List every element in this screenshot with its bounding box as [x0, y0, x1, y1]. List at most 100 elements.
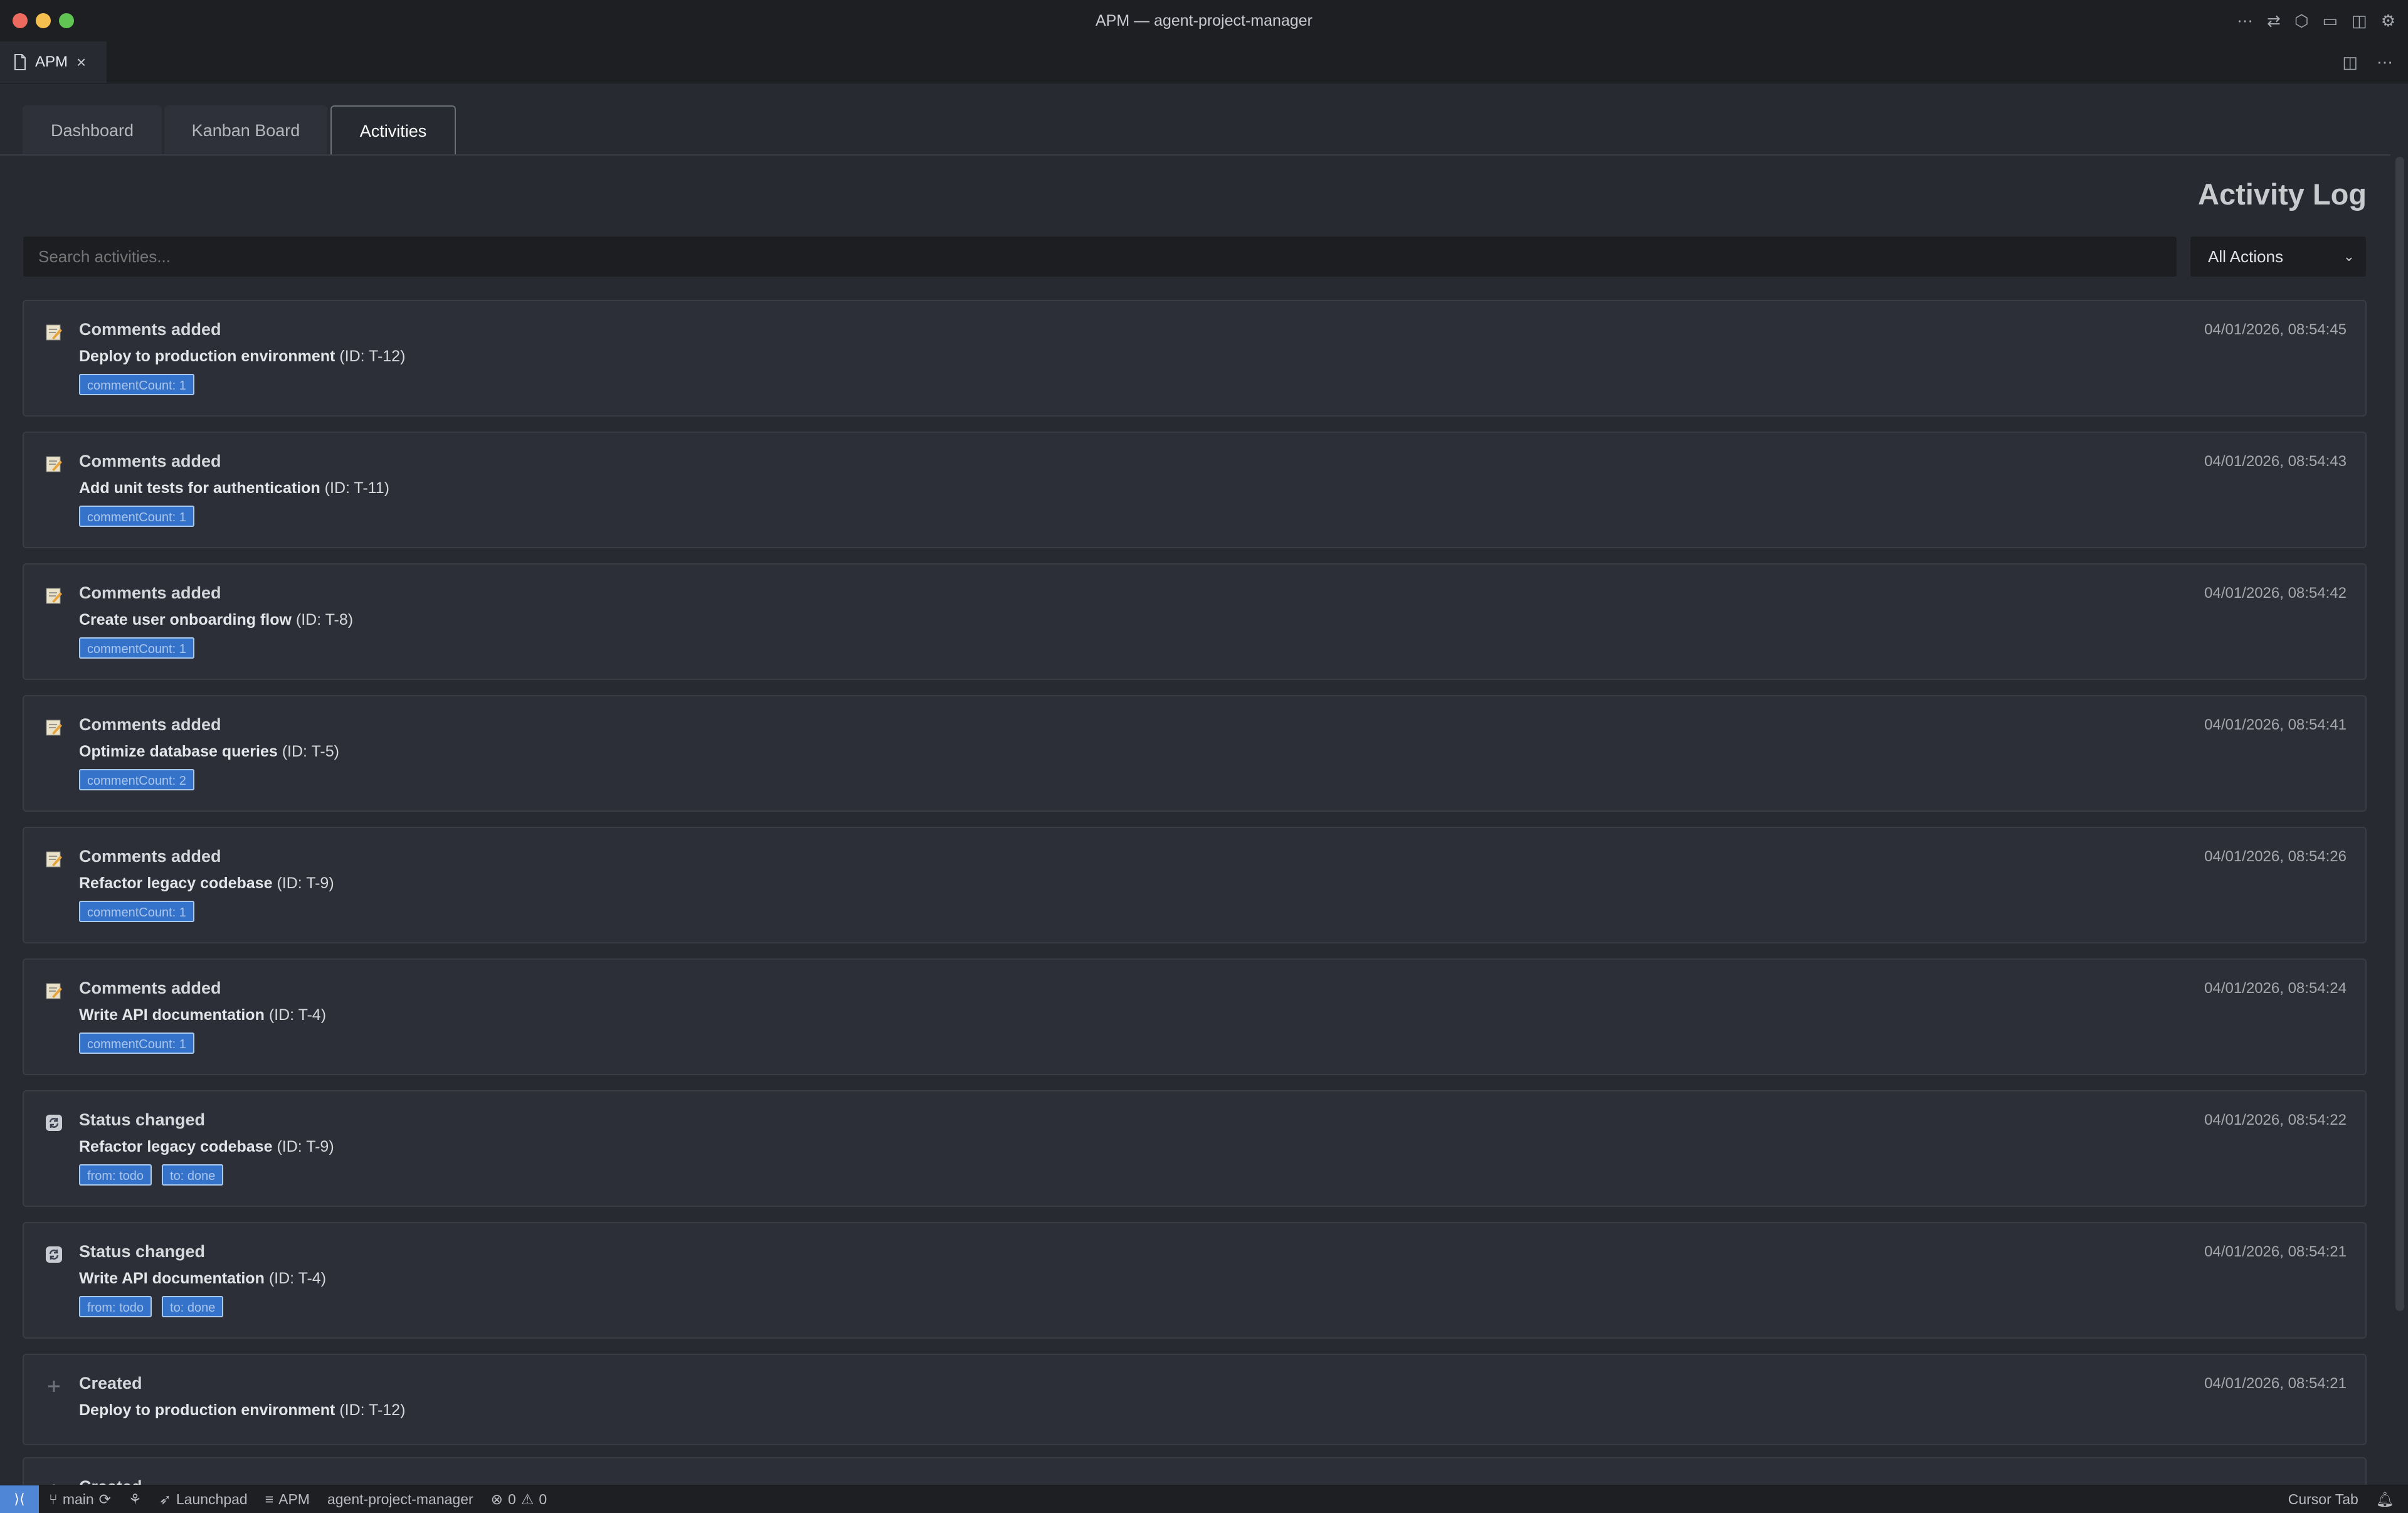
activity-target: Write API documentation (ID: T-4): [79, 1006, 326, 1024]
activity-action: Comments added: [79, 847, 221, 866]
scrollbar[interactable]: [2395, 157, 2404, 1311]
activity-timestamp: 04/01/2026, 08:54:26: [2204, 848, 2347, 865]
activity-timestamp: 04/01/2026, 08:54:21: [2204, 1375, 2347, 1392]
gear-icon[interactable]: ⚙: [2381, 11, 2395, 31]
tab-kanban-board[interactable]: Kanban Board: [164, 105, 327, 154]
detail-tag: commentCount: 1: [79, 1033, 194, 1054]
activity-tags: commentCount: 1: [79, 506, 194, 527]
more-actions-icon[interactable]: ⋯: [2377, 53, 2393, 72]
launchpad-item[interactable]: ➶ Launchpad: [159, 1491, 248, 1508]
refresh-icon: [44, 1245, 64, 1265]
warning-icon: ⚠: [520, 1490, 534, 1507]
chevron-down-icon: ⌄: [2343, 248, 2355, 264]
editor-tab-apm[interactable]: APM ×: [0, 41, 107, 83]
tab-dashboard[interactable]: Dashboard: [23, 105, 162, 154]
close-icon[interactable]: ×: [77, 53, 86, 72]
window-title: APM — agent-project-manager: [1096, 12, 1312, 29]
more-icon[interactable]: ⋯: [2237, 11, 2253, 31]
action-filter-select[interactable]: All Actions ⌄: [2190, 236, 2367, 277]
refresh-icon: [46, 1115, 62, 1131]
activity-timestamp: 04/01/2026, 08:54:43: [2204, 453, 2347, 470]
project-item[interactable]: agent-project-manager: [327, 1491, 473, 1508]
activity-card[interactable]: Comments added Create user onboarding flo…: [23, 563, 2367, 680]
search-input[interactable]: [23, 236, 2177, 277]
activity-tags: commentCount: 1: [79, 901, 194, 922]
bot-indicator[interactable]: ⚘: [129, 1491, 142, 1508]
memo-icon: [46, 983, 62, 999]
apm-item[interactable]: ≡ APM: [265, 1491, 310, 1508]
activity-card[interactable]: Comments added Deploy to production envir…: [23, 300, 2367, 417]
bot-icon: ⚘: [128, 1490, 142, 1507]
branch-indicator[interactable]: ⑂ main ⟳: [49, 1491, 111, 1508]
editor-tab-label: APM: [35, 53, 68, 70]
activity-tags: from: todo to: done: [79, 1296, 224, 1317]
activity-card[interactable]: Comments added Refactor legacy codebase (…: [23, 827, 2367, 943]
detail-tag: from: todo: [79, 1164, 152, 1186]
task-title[interactable]: Deploy to production environment: [79, 348, 335, 365]
activity-tags: from: todo to: done: [79, 1164, 224, 1186]
task-title[interactable]: Deploy to production environment: [79, 1401, 335, 1419]
remote-indicator[interactable]: ⟩⟨: [0, 1485, 39, 1513]
task-id: (ID: T-11): [324, 479, 389, 497]
memo-icon: [46, 456, 62, 472]
detail-tag: commentCount: 1: [79, 901, 194, 922]
activity-card[interactable]: Status changed Write API documentation (I…: [23, 1222, 2367, 1339]
split-editor-icon[interactable]: ◫: [2342, 53, 2358, 72]
launchpad-label: Launchpad: [176, 1490, 248, 1507]
detail-tag: commentCount: 1: [79, 506, 194, 527]
activity-timestamp: 04/01/2026, 08:54:22: [2204, 1112, 2347, 1128]
memo-icon: [46, 851, 62, 868]
page-title: Activity Log: [2198, 178, 2367, 211]
activity-action: Comments added: [79, 320, 221, 339]
task-id: (ID: T-8): [295, 611, 354, 629]
error-icon: ⊗: [490, 1490, 503, 1507]
memo-icon: [46, 719, 62, 736]
activity-card[interactable]: Comments added Write API documentation (I…: [23, 958, 2367, 1075]
bell-icon[interactable]: 🔔︎: [2376, 1491, 2394, 1508]
activity-target: Create user onboarding flow (ID: T-8): [79, 611, 353, 629]
activity-action: Comments added: [79, 979, 221, 997]
memo-icon: [44, 322, 64, 342]
memo-icon: [46, 588, 62, 604]
task-title[interactable]: Refactor legacy codebase: [79, 1138, 272, 1155]
task-id: (ID: T-4): [268, 1270, 327, 1287]
task-title[interactable]: Write API documentation: [79, 1006, 265, 1024]
panel-toggle-icon[interactable]: ▭: [2323, 11, 2338, 31]
status-bar: ⟩⟨ ⑂ main ⟳ ⚘ ➶ Launchpad ≡ APM agent-pr…: [0, 1485, 2408, 1513]
remote-icon: ⟩⟨: [14, 1491, 25, 1507]
activity-target: Deploy to production environment (ID: T-…: [79, 1401, 405, 1420]
warning-count: 0: [539, 1490, 547, 1507]
activity-tags: commentCount: 1: [79, 637, 194, 659]
activity-card[interactable]: Comments added Add unit tests for authent…: [23, 432, 2367, 548]
sidebar-toggle-icon[interactable]: ◫: [2352, 11, 2367, 31]
activity-card[interactable]: Comments added Optimize database queries …: [23, 695, 2367, 812]
problems-item[interactable]: ⊗ 0 ⚠ 0: [491, 1491, 547, 1508]
activity-target: Refactor legacy codebase (ID: T-9): [79, 874, 334, 893]
task-title[interactable]: Write API documentation: [79, 1270, 265, 1287]
activity-timestamp: 04/01/2026, 08:54:41: [2204, 716, 2347, 733]
activity-card[interactable]: Created Deploy to production environment …: [23, 1354, 2367, 1445]
sync-icon[interactable]: ⟳: [99, 1491, 111, 1508]
task-id: (ID: T-9): [277, 874, 334, 892]
task-title[interactable]: Create user onboarding flow: [79, 611, 292, 629]
activity-action: Comments added: [79, 452, 221, 470]
file-icon: [14, 54, 26, 70]
rocket-icon: ➶: [159, 1490, 171, 1507]
task-title[interactable]: Add unit tests for authentication: [79, 479, 320, 497]
title-bar: APM — agent-project-manager ⋯ ⇄ ⬡ ▭ ◫ ⚙: [0, 0, 2408, 41]
detail-tag: from: todo: [79, 1296, 152, 1317]
compare-icon[interactable]: ⇄: [2267, 11, 2281, 31]
apm-label: APM: [278, 1490, 310, 1507]
activity-action: Comments added: [79, 583, 221, 602]
cursor-tab-label[interactable]: Cursor Tab: [2288, 1491, 2358, 1508]
tab-activities[interactable]: Activities: [330, 105, 456, 156]
task-title[interactable]: Refactor legacy codebase: [79, 874, 272, 892]
activity-card[interactable]: Status changed Refactor legacy codebase (…: [23, 1090, 2367, 1207]
memo-icon: [44, 981, 64, 1001]
activity-action: Comments added: [79, 715, 221, 734]
refresh-icon: [44, 1113, 64, 1133]
task-title[interactable]: Optimize database queries: [79, 743, 278, 760]
detail-tag: to: done: [162, 1296, 224, 1317]
activity-target: Refactor legacy codebase (ID: T-9): [79, 1138, 334, 1156]
extensions-icon[interactable]: ⬡: [2294, 11, 2309, 31]
